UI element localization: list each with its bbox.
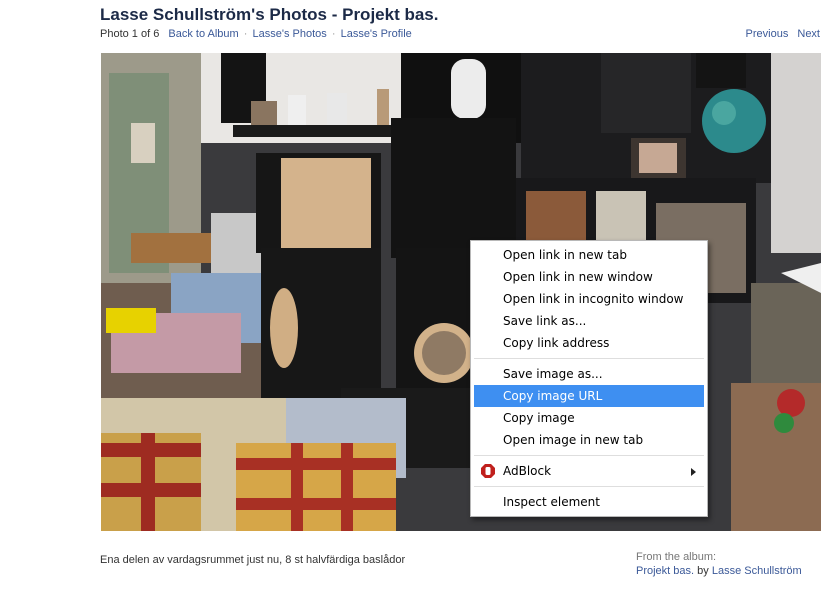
separator: · [331,28,336,40]
album-name-link[interactable]: Projekt bas. [636,565,694,577]
photo-counter: Photo 1 of 6 [100,28,160,40]
main-photo[interactable] [101,53,821,531]
menu-item-label: Open link in new window [503,270,653,284]
menu-item-label: Open image in new tab [503,433,644,447]
next-link[interactable]: Next [797,28,820,40]
menu-item-label: Open link in incognito window [503,292,684,306]
menu-item-label: Copy image [503,411,575,425]
menu-item-label: Save image as... [503,367,603,381]
menu-item-save-image-as[interactable]: Save image as... [474,363,704,385]
menu-item-open-link-in-new-window[interactable]: Open link in new window [474,266,704,288]
photo-illustration [101,53,821,531]
photo-pager: Previous Next [740,28,820,40]
owner-photos-link[interactable]: Lasse's Photos [253,28,327,40]
menu-separator [474,455,704,456]
menu-item-inspect-element[interactable]: Inspect element [474,491,704,513]
menu-item-save-link-as[interactable]: Save link as... [474,310,704,332]
owner-profile-link[interactable]: Lasse's Profile [341,28,412,40]
menu-item-open-link-in-new-tab[interactable]: Open link in new tab [474,244,704,266]
adblock-icon [481,464,495,478]
by-label: by [697,565,709,577]
photo-meta-row: Photo 1 of 6 Back to Album · Lasse's Pho… [100,28,412,40]
menu-item-label: Save link as... [503,314,587,328]
menu-item-label: Copy link address [503,336,610,350]
menu-item-open-image-in-new-tab[interactable]: Open image in new tab [474,429,704,451]
back-to-album-link[interactable]: Back to Album [168,28,238,40]
album-info: From the album: Projekt bas. by Lasse Sc… [636,551,802,577]
album-owner-link[interactable]: Lasse Schullström [712,565,802,577]
menu-item-label: Inspect element [503,495,600,509]
menu-item-label: Copy image URL [503,389,603,403]
previous-link[interactable]: Previous [746,28,789,40]
menu-separator [474,486,704,487]
from-album-label: From the album: [636,551,717,563]
photo-caption: Ena delen av vardagsrummet just nu, 8 st… [100,554,406,566]
menu-item-copy-image-url[interactable]: Copy image URL [474,385,704,407]
menu-separator [474,358,704,359]
menu-item-copy-image[interactable]: Copy image [474,407,704,429]
submenu-arrow-icon [691,468,696,476]
menu-item-label: AdBlock [503,464,552,478]
menu-item-copy-link-address[interactable]: Copy link address [474,332,704,354]
context-menu: Open link in new tab Open link in new win… [470,240,708,517]
menu-item-open-link-in-incognito-window[interactable]: Open link in incognito window [474,288,704,310]
menu-item-adblock[interactable]: AdBlock [474,460,704,482]
page-title: Lasse Schullström's Photos - Projekt bas… [100,5,439,24]
menu-item-label: Open link in new tab [503,248,627,262]
separator: · [243,28,248,40]
